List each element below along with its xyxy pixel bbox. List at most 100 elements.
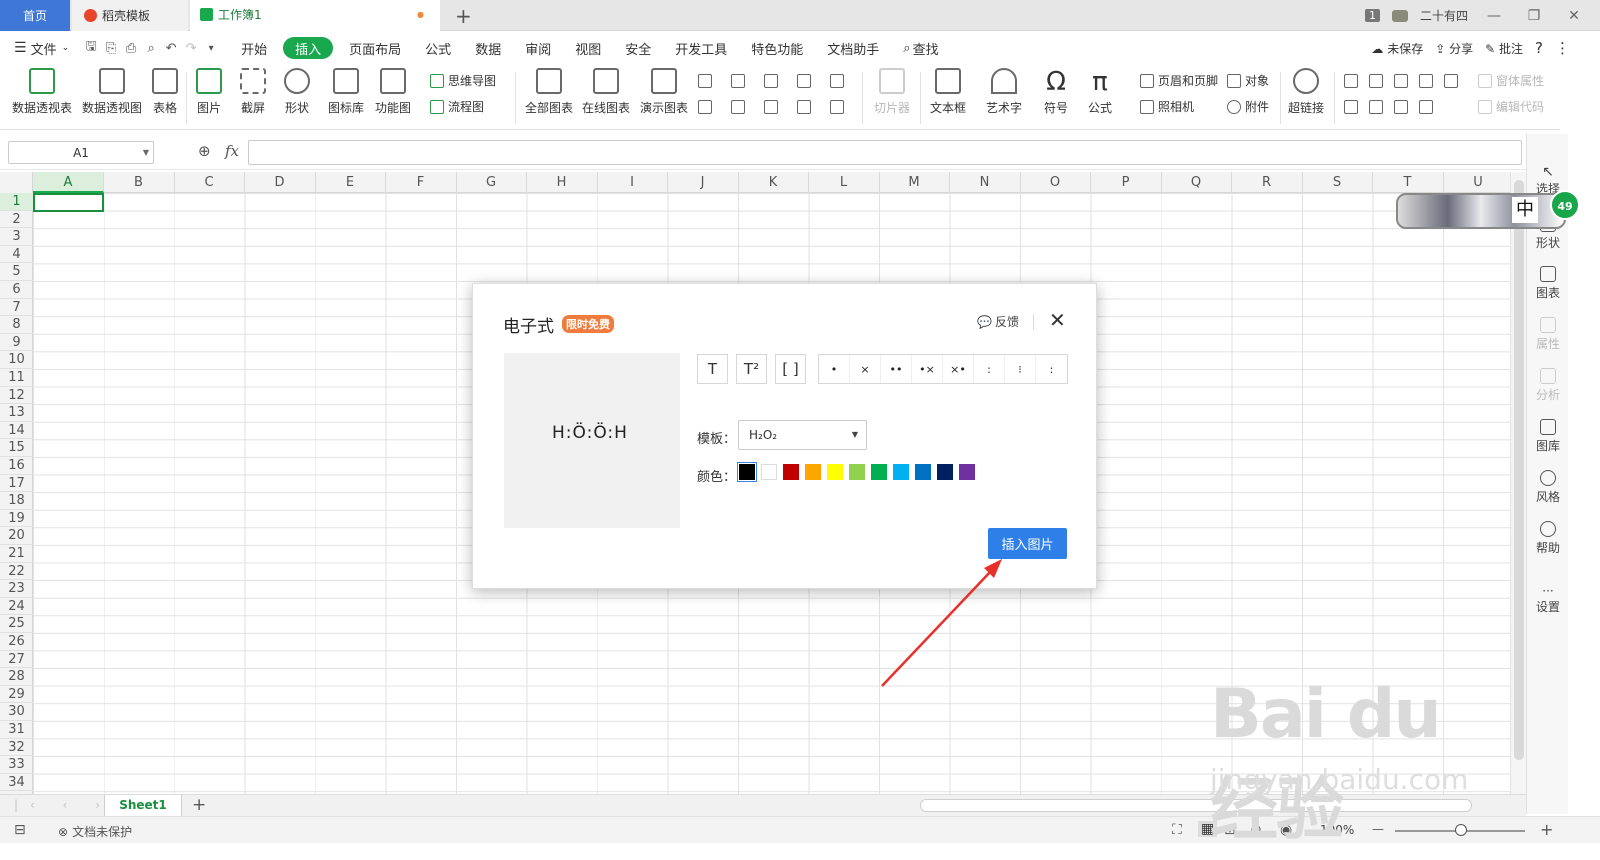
window-props-button[interactable]: 窗体属性 — [1478, 72, 1544, 89]
menu-item-5[interactable]: 审阅 — [513, 32, 563, 64]
column-header[interactable]: A — [33, 172, 104, 193]
input-method-indicator[interactable]: 中 — [1512, 197, 1538, 223]
row-header[interactable]: 6 — [0, 281, 33, 299]
pivot-chart-button[interactable]: 数据透视图 — [82, 68, 142, 116]
row-header[interactable]: 16 — [0, 457, 33, 475]
tab-docer-templates[interactable]: 稻壳模板 — [72, 0, 188, 31]
color-swatch[interactable] — [937, 464, 953, 480]
column-header[interactable]: H — [527, 172, 598, 193]
formula-input[interactable] — [248, 140, 1522, 165]
row-header[interactable]: 28 — [0, 668, 33, 686]
row-header[interactable]: 27 — [0, 651, 33, 669]
redo-icon[interactable]: ↷ — [181, 41, 201, 56]
form-control-icon[interactable] — [1369, 74, 1383, 88]
color-swatch[interactable] — [827, 464, 843, 480]
row-header[interactable]: 19 — [0, 510, 33, 528]
user-name[interactable]: 二十有四 — [1420, 7, 1468, 24]
slicer-button[interactable]: 切片器 — [874, 68, 910, 116]
formula-tool-button[interactable]: [ ] — [775, 354, 806, 384]
shape-button[interactable]: 形状 — [284, 68, 310, 116]
comment-button[interactable]: ✎ 批注 — [1485, 40, 1523, 57]
row-header[interactable]: 30 — [0, 703, 33, 721]
menu-item-2[interactable]: 页面布局 — [337, 32, 413, 64]
chart-type-icon[interactable] — [731, 74, 745, 88]
electron-dot-button[interactable]: ⁝ — [1005, 355, 1036, 383]
electron-dot-button[interactable]: • — [819, 355, 850, 383]
row-header[interactable]: 26 — [0, 633, 33, 651]
row-header[interactable]: 3 — [0, 228, 33, 246]
menu-item-10[interactable]: 文档助手 — [815, 32, 891, 64]
column-header[interactable]: D — [245, 172, 316, 193]
electron-dot-button[interactable]: : — [1036, 355, 1067, 383]
form-control-icon[interactable] — [1394, 100, 1408, 114]
electron-dot-button[interactable]: : — [974, 355, 1005, 383]
row-header[interactable]: 13 — [0, 404, 33, 422]
column-header[interactable]: N — [950, 172, 1021, 193]
row-header[interactable]: 15 — [0, 439, 33, 457]
formula-tool-button[interactable]: T — [697, 354, 728, 384]
color-swatch[interactable] — [783, 464, 799, 480]
print-preview-icon[interactable]: ⌕ — [141, 41, 161, 56]
row-header[interactable]: 5 — [0, 263, 33, 281]
macro-icon[interactable]: ⊟ — [14, 822, 26, 838]
select-all-corner[interactable] — [0, 172, 33, 193]
icon-library-button[interactable]: 图标库 — [328, 68, 364, 116]
row-header[interactable]: 9 — [0, 334, 33, 352]
feedback-button[interactable]: 💬 反馈 — [977, 313, 1019, 330]
dialog-close-button[interactable]: ✕ — [1049, 308, 1066, 332]
restore-button[interactable]: ❐ — [1520, 8, 1548, 24]
row-header[interactable]: 17 — [0, 475, 33, 493]
color-swatch[interactable] — [893, 464, 909, 480]
formula-tool-button[interactable]: T² — [736, 354, 767, 384]
row-header[interactable]: 32 — [0, 739, 33, 757]
insert-function-button[interactable]: fx — [225, 142, 239, 160]
camera-button[interactable]: 照相机 — [1140, 98, 1194, 115]
fullscreen-icon[interactable]: ⛶ — [1172, 822, 1182, 838]
row-header[interactable]: 31 — [0, 721, 33, 739]
row-header[interactable]: 4 — [0, 246, 33, 264]
chart-type-icon[interactable] — [797, 74, 811, 88]
tab-workbook[interactable]: 工作簿1 ● — [190, 0, 440, 31]
column-header[interactable]: R — [1232, 172, 1303, 193]
form-control-icon[interactable] — [1419, 100, 1433, 114]
template-select[interactable]: H₂O₂ ▼ — [738, 420, 867, 450]
pivot-table-button[interactable]: 数据透视表 — [12, 68, 72, 116]
chart-type-icon[interactable] — [797, 100, 811, 114]
add-sheet-button[interactable]: + — [192, 795, 206, 815]
column-header[interactable]: G — [456, 172, 527, 193]
column-header[interactable]: S — [1302, 172, 1373, 193]
new-tab-button[interactable]: + — [455, 4, 472, 28]
column-header[interactable]: M — [879, 172, 950, 193]
column-header[interactable]: Q — [1161, 172, 1232, 193]
active-cell-a1[interactable] — [33, 193, 104, 212]
color-swatch[interactable] — [871, 464, 887, 480]
user-avatar-icon[interactable] — [1391, 9, 1408, 22]
row-header[interactable]: 11 — [0, 369, 33, 387]
row-header[interactable]: 10 — [0, 351, 33, 369]
hyperlink-button[interactable]: 超链接 — [1288, 68, 1324, 116]
vertical-scroll-thumb[interactable] — [1514, 180, 1524, 760]
electron-dot-button[interactable]: •× — [912, 355, 943, 383]
column-header[interactable]: P — [1091, 172, 1162, 193]
menu-item-8[interactable]: 开发工具 — [663, 32, 739, 64]
minimize-button[interactable]: — — [1480, 8, 1508, 24]
color-swatch[interactable] — [959, 464, 975, 480]
row-header[interactable]: 18 — [0, 492, 33, 510]
row-header[interactable]: 8 — [0, 316, 33, 334]
row-header[interactable]: 12 — [0, 387, 33, 405]
column-header[interactable]: F — [386, 172, 457, 193]
edit-code-button[interactable]: 编辑代码 — [1478, 98, 1544, 115]
column-header[interactable]: C — [174, 172, 245, 193]
row-header[interactable]: 29 — [0, 686, 33, 704]
table-button[interactable]: 表格 — [152, 68, 178, 116]
flowchart-button[interactable]: 流程图 — [430, 98, 484, 115]
picture-button[interactable]: 图片 — [196, 68, 222, 116]
chart-type-icon[interactable] — [830, 74, 844, 88]
row-header[interactable]: 22 — [0, 563, 33, 581]
column-header[interactable]: J — [668, 172, 739, 193]
chart-type-icon[interactable] — [764, 74, 778, 88]
electron-dot-button[interactable]: ×• — [943, 355, 974, 383]
screenshot-button[interactable]: 截屏 — [240, 68, 266, 116]
row-header[interactable]: 24 — [0, 598, 33, 616]
panel-help[interactable]: 帮助 — [1527, 521, 1569, 556]
